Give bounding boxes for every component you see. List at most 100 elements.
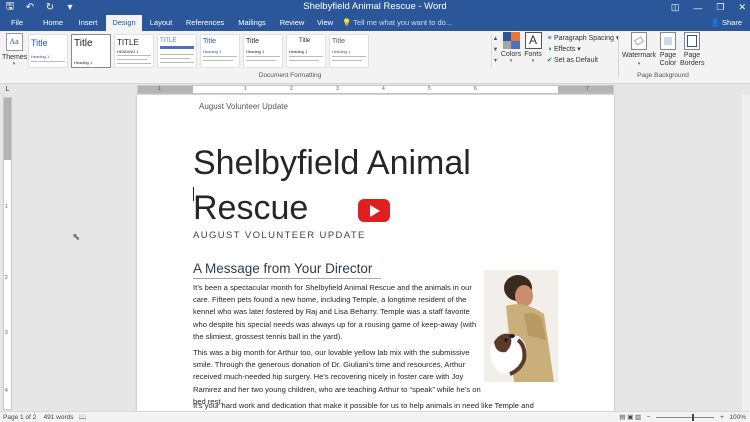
style-thumb-line <box>289 60 319 61</box>
style-set-gallery: Title Heading 1 Title Heading 1 TITLE HE… <box>28 34 490 72</box>
chevron-up-icon[interactable]: ▲ <box>492 34 499 45</box>
word-count[interactable]: 491 words <box>43 414 73 421</box>
ribbon-display-options-icon[interactable]: ◫ <box>671 2 680 13</box>
ruler-number: 3 <box>5 330 8 336</box>
style-thumb-line <box>246 60 276 61</box>
page-count[interactable]: Page 1 of 2 <box>3 414 36 421</box>
style-thumb-title: Title <box>31 38 48 48</box>
style-thumb-line <box>160 54 194 55</box>
read-mode-icon[interactable]: ▤ <box>619 414 625 421</box>
themes-label: Themes <box>2 54 28 61</box>
style-thumb-title: Title <box>246 38 259 45</box>
document-subtitle[interactable]: AUGUST VOLUNTEER UPDATE <box>193 230 366 241</box>
vertical-scrollbar[interactable] <box>742 95 750 411</box>
style-thumb-line <box>160 46 194 49</box>
paragraph[interactable]: It’s been a spectacular month for Shelby… <box>193 282 483 343</box>
tab-layout[interactable]: Layout <box>145 15 177 31</box>
set-as-default-button[interactable]: ✔ Set as Default <box>545 55 619 66</box>
set-as-default-label: Set as Default <box>554 57 598 64</box>
style-thumb-subtitle: Heading 1 <box>203 49 222 54</box>
proofing-icon[interactable]: 📖 <box>79 414 87 421</box>
palette-icon <box>502 32 520 49</box>
page-background-group-label: Page Background <box>637 72 689 79</box>
minimize-icon[interactable]: — <box>693 3 702 13</box>
document-title[interactable]: Shelbyfield Animal Rescue <box>193 141 513 231</box>
style-thumb-subtitle: Heading 1 <box>31 54 50 59</box>
more-icon[interactable]: ▾ <box>492 56 499 67</box>
ribbon: Aa Themes ▾ Title Heading 1 Title Headin… <box>0 31 750 109</box>
tab-insert[interactable]: Insert <box>73 15 103 31</box>
web-layout-icon[interactable]: ▥ <box>635 414 641 421</box>
horizontal-ruler[interactable]: 1 1 2 3 4 5 6 7 <box>137 85 614 94</box>
style-set-thumb[interactable]: TITLE <box>157 34 197 68</box>
style-thumb-title: TITLE <box>117 38 139 47</box>
page-color-icon <box>660 32 676 50</box>
chevron-down-icon[interactable]: ▼ <box>492 45 499 56</box>
paragraph[interactable]: This was a big month for Arthur too, our… <box>193 347 483 408</box>
left-margin-region <box>138 86 193 93</box>
maximize-icon[interactable]: ❐ <box>716 2 724 13</box>
tab-design[interactable]: Design <box>106 15 142 31</box>
tab-view[interactable]: View <box>312 15 338 31</box>
section-heading[interactable]: A Message from Your Director <box>193 261 372 276</box>
style-thumb-line <box>332 56 366 57</box>
ruler-number: 2 <box>5 275 8 281</box>
share-button[interactable]: 👤 Share <box>711 15 742 31</box>
swatch <box>511 40 520 49</box>
style-thumb-line <box>332 60 362 61</box>
ruler-number: 1 <box>5 204 8 210</box>
style-set-thumb[interactable]: Title Heading 1 <box>200 34 240 68</box>
style-thumb-title: TITLE <box>160 38 177 44</box>
dog-photo[interactable] <box>484 270 558 382</box>
fonts-icon: A <box>524 32 542 49</box>
tab-home[interactable]: Home <box>38 15 68 31</box>
colors-button[interactable]: Colors ▾ <box>500 32 522 64</box>
ruler-number: 6 <box>474 86 477 92</box>
zoom-out-icon[interactable]: − <box>647 414 651 421</box>
tab-mailings[interactable]: Mailings <box>232 15 272 31</box>
checkmark-icon: ✔ <box>546 57 553 64</box>
zoom-slider[interactable] <box>656 413 715 421</box>
themes-button[interactable]: Aa Themes ▾ <box>2 32 28 72</box>
video-play-icon[interactable] <box>358 199 390 222</box>
document-page[interactable]: August Volunteer Update Shelbyfield Anim… <box>137 95 614 415</box>
style-set-thumb[interactable]: Title Heading 1 <box>243 34 283 68</box>
fonts-button[interactable]: A Fonts ▾ <box>522 32 544 64</box>
lightbulb-icon: 💡 <box>342 18 352 27</box>
page-borders-button[interactable]: Page Borders <box>680 32 705 68</box>
title-bar: 🖫 ↶ ↻ ▾ Shelbyfield Animal Rescue - Word… <box>0 0 750 15</box>
ruler-number: 2 <box>290 86 293 92</box>
document-formatting-group-label: Document Formatting <box>258 72 322 79</box>
watermark-button[interactable]: Watermark ▾ <box>620 32 658 68</box>
tab-selector[interactable]: L <box>3 85 12 94</box>
tab-references[interactable]: References <box>182 15 228 31</box>
page-header[interactable]: August Volunteer Update <box>199 102 288 111</box>
style-thumb-subtitle: Heading 1 <box>246 49 265 54</box>
style-thumb-line <box>117 59 147 60</box>
paragraph-spacing-button[interactable]: ≡ Paragraph Spacing ▾ <box>545 33 619 44</box>
style-set-thumb[interactable]: Title Heading 1 <box>71 34 111 68</box>
ruler-number: 1 <box>244 86 247 92</box>
heading-underline <box>193 278 381 279</box>
print-layout-icon[interactable]: ▣ <box>627 414 633 421</box>
page-borders-icon <box>684 32 700 50</box>
ribbon-tabs: File Home Insert Design Layout Reference… <box>0 15 750 31</box>
tell-me-box[interactable]: 💡 Tell me what you want to do... <box>342 15 452 31</box>
close-icon[interactable]: ✕ <box>738 2 746 13</box>
effects-button[interactable]: ◑ Effects ▾ <box>545 44 619 55</box>
zoom-slider-knob[interactable] <box>692 413 695 421</box>
ruler-number: 5 <box>428 86 431 92</box>
tab-file[interactable]: File <box>4 15 30 31</box>
tab-review[interactable]: Review <box>276 15 308 31</box>
vertical-ruler[interactable]: 1 2 3 4 <box>3 97 12 410</box>
style-set-thumb[interactable]: Title Heading 1 <box>329 34 369 68</box>
page-color-button[interactable]: Page Color <box>657 32 679 68</box>
style-gallery-scroll[interactable]: ▲ ▼ ▾ <box>491 34 499 68</box>
style-set-thumb[interactable]: Title Heading 1 <box>28 34 68 68</box>
style-set-thumb[interactable]: TITLE HEADING 1 <box>114 34 154 68</box>
zoom-in-icon[interactable]: + <box>720 414 724 421</box>
chevron-down-icon: ▾ <box>12 61 16 67</box>
style-set-thumb[interactable]: Title Heading 1 <box>286 34 326 68</box>
zoom-level[interactable]: 100% <box>729 414 746 421</box>
style-thumb-title: Title <box>332 38 345 45</box>
